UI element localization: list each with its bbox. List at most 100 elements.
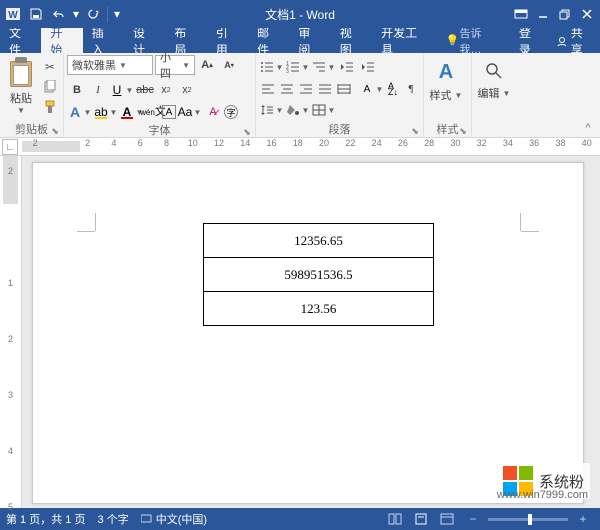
tab-view[interactable]: 视图 — [331, 28, 372, 53]
restore-icon[interactable] — [554, 3, 576, 25]
align-distributed-icon[interactable] — [335, 79, 353, 99]
chevron-down-icon: ▼ — [182, 61, 190, 70]
read-mode-icon[interactable] — [384, 510, 406, 528]
tab-mailings[interactable]: 邮件 — [248, 28, 289, 53]
clipboard-launcher-icon[interactable]: ⬊ — [50, 126, 60, 136]
minimize-icon[interactable] — [532, 3, 554, 25]
clear-formatting-icon[interactable]: A̷ — [203, 102, 223, 122]
format-painter-icon[interactable] — [41, 98, 59, 116]
ruler-mark: 1 — [0, 278, 21, 288]
chevron-down-icon: ▼ — [109, 103, 118, 121]
print-layout-icon[interactable] — [410, 510, 432, 528]
align-justify-icon[interactable] — [316, 79, 334, 99]
text-direction-button[interactable]: A▼ — [359, 80, 384, 98]
ruler-mark: 36 — [521, 138, 547, 155]
ruler-mark: 5 — [0, 502, 21, 512]
editing-button[interactable]: 编辑▼ — [475, 55, 513, 121]
shading-button[interactable]: ▼ — [285, 101, 310, 119]
grow-font-icon[interactable]: A▴ — [197, 55, 217, 75]
enclose-char-button[interactable]: 字 — [224, 105, 238, 119]
save-icon[interactable] — [25, 3, 47, 25]
underline-button[interactable]: U▼ — [109, 81, 134, 99]
sort-button[interactable]: AZ↓ — [385, 80, 401, 98]
decrease-indent-icon[interactable] — [337, 57, 357, 77]
margin-mark — [77, 231, 95, 232]
copy-icon[interactable] — [41, 78, 59, 96]
tab-review[interactable]: 审阅 — [289, 28, 330, 53]
login-link[interactable]: 登录 — [511, 28, 550, 53]
char-border-button[interactable]: A — [162, 105, 176, 119]
redo-icon[interactable] — [82, 3, 104, 25]
superscript-icon[interactable]: x2 — [177, 80, 197, 100]
chevron-down-icon: ▼ — [119, 61, 127, 70]
chevron-down-icon: ▼ — [327, 58, 336, 76]
table-cell[interactable]: 598951536.5 — [204, 258, 434, 292]
subscript-icon[interactable]: x2 — [156, 80, 176, 100]
borders-button[interactable]: ▼ — [311, 101, 336, 119]
table-cell[interactable]: 123.56 — [204, 292, 434, 326]
styles-launcher-icon[interactable]: ⬊ — [458, 126, 468, 136]
show-marks-icon[interactable]: ¶ — [402, 79, 420, 99]
ribbon-display-options-icon[interactable] — [510, 3, 532, 25]
share-button[interactable]: 共享 — [550, 28, 600, 53]
styles-icon: A — [433, 59, 459, 85]
language-status[interactable]: 中文(中国) — [141, 511, 207, 527]
zoom-slider[interactable] — [488, 518, 568, 521]
font-name-selector[interactable]: 微软雅黑▼ — [67, 55, 153, 75]
document-table[interactable]: 12356.65 598951536.5 123.56 — [203, 223, 434, 326]
numbering-button[interactable]: 123▼ — [285, 58, 310, 76]
styles-button[interactable]: A 样式▼ — [427, 55, 465, 121]
ruler-mark: 10 — [180, 138, 206, 155]
qat-customize-icon[interactable]: ▾ — [111, 3, 123, 25]
strikethrough-icon[interactable]: abc — [135, 80, 155, 100]
font-launcher-icon[interactable]: ⬊ — [242, 127, 252, 137]
bullets-button[interactable]: ▼ — [259, 58, 284, 76]
ruler-mark: 14 — [232, 138, 258, 155]
align-center-icon[interactable] — [278, 79, 296, 99]
line-spacing-button[interactable]: ▼ — [259, 101, 284, 119]
tell-me-label: 告诉我… — [459, 25, 501, 57]
italic-icon[interactable]: I — [88, 80, 108, 100]
horizontal-ruler[interactable]: ∟ 2246810121416182022242628303234363840 — [0, 138, 600, 156]
shrink-font-icon[interactable]: A▾ — [219, 55, 239, 75]
page[interactable]: 12356.65 598951536.5 123.56 — [32, 162, 584, 504]
group-paragraph: ▼ 123▼ ▼ A▼ AZ↓ ¶ — [256, 53, 424, 137]
document-area[interactable]: 12356.65 598951536.5 123.56 — [22, 156, 600, 508]
bold-icon[interactable]: B — [67, 80, 87, 100]
zoom-out-icon[interactable]: − — [462, 510, 484, 528]
paste-dropdown-icon[interactable]: ▼ — [17, 106, 25, 115]
tab-home[interactable]: 开始 — [41, 28, 82, 53]
tab-selector-icon[interactable]: ∟ — [2, 139, 18, 155]
word-count[interactable]: 3 个字 — [97, 511, 128, 527]
tab-developer[interactable]: 开发工具 — [372, 28, 437, 53]
paragraph-launcher-icon[interactable]: ⬊ — [410, 126, 420, 136]
table-cell[interactable]: 12356.65 — [204, 224, 434, 258]
multilevel-list-button[interactable]: ▼ — [311, 58, 336, 76]
font-size-selector[interactable]: 小四▼ — [155, 55, 195, 75]
align-right-icon[interactable] — [297, 79, 315, 99]
ruler-mark: 24 — [363, 138, 389, 155]
undo-icon[interactable] — [48, 3, 70, 25]
tab-file[interactable]: 文件 — [0, 28, 41, 53]
undo-dropdown[interactable]: ▾ — [71, 3, 81, 25]
cut-icon[interactable]: ✂ — [41, 58, 59, 76]
paste-button[interactable]: 粘贴 ▼ — [3, 55, 39, 121]
page-count[interactable]: 第 1 页，共 1 页 — [6, 511, 85, 527]
align-left-icon[interactable] — [259, 79, 277, 99]
increase-indent-icon[interactable] — [358, 57, 378, 77]
vertical-ruler[interactable]: 212345 — [0, 156, 22, 508]
tab-insert[interactable]: 插入 — [83, 28, 124, 53]
collapse-ribbon-icon[interactable]: ^ — [580, 121, 596, 135]
zoom-in-icon[interactable]: + — [572, 510, 594, 528]
phonetic-guide-button[interactable]: wén文 — [145, 103, 161, 121]
chevron-down-icon: ▼ — [83, 103, 92, 121]
text-effects-button[interactable]: A▼ — [67, 103, 92, 121]
tab-references[interactable]: 引用 — [207, 28, 248, 53]
tell-me[interactable]: 💡 告诉我… — [437, 28, 511, 53]
web-layout-icon[interactable] — [436, 510, 458, 528]
group-styles: A 样式▼ 样式⬊ — [424, 53, 472, 137]
ruler-mark: 20 — [311, 138, 337, 155]
change-case-button[interactable]: Aa▼ — [177, 103, 202, 121]
close-icon[interactable] — [576, 3, 598, 25]
highlight-button[interactable]: ab▼ — [93, 103, 118, 121]
